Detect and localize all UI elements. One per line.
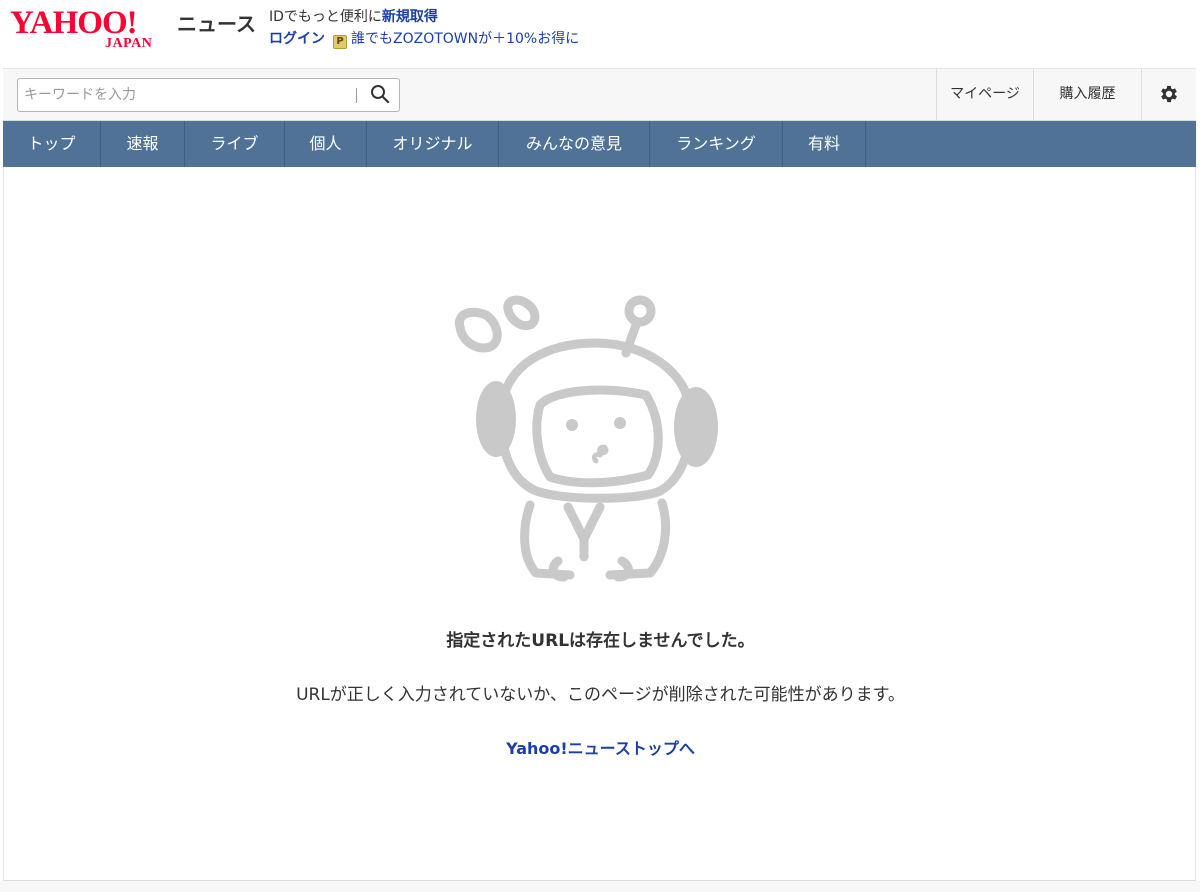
paypay-icon: P <box>333 35 347 49</box>
nav-item-flash[interactable]: 速報 <box>101 121 185 167</box>
search-button[interactable] <box>364 81 396 109</box>
gear-icon <box>1161 85 1177 103</box>
category-nav: トップ 速報 ライブ 個人 オリジナル みんなの意見 ランキング 有料 <box>3 121 1196 167</box>
nav-item-individual[interactable]: 個人 <box>285 121 367 167</box>
nav-item-ranking[interactable]: ランキング <box>650 121 783 167</box>
error-title: 指定されたURLは存在しませんでした。 <box>446 631 755 651</box>
logo-subtext: JAPAN <box>105 36 153 51</box>
signup-link[interactable]: 新規取得 <box>382 9 438 25</box>
search-divider <box>356 88 357 103</box>
promo-text: IDでもっと便利に <box>269 9 382 25</box>
masthead: YAHOO! JAPAN ニュース IDでもっと便利に新規取得 ログイン P 誰でも… <box>0 0 1200 68</box>
login-line: ログイン P 誰でもZOZOTOWNが＋10%お得に <box>269 28 579 50</box>
sad-mascot-illustration <box>454 295 718 582</box>
promo-area: IDでもっと便利に新規取得 ログイン P 誰でもZOZOTOWNが＋10%お得に <box>269 6 579 50</box>
zozo-promo-link[interactable]: 誰でもZOZOTOWNが＋10%お得に <box>351 31 579 47</box>
service-name[interactable]: ニュース <box>177 11 256 37</box>
promo-line: IDでもっと便利に新規取得 <box>269 6 579 28</box>
news-top-link[interactable]: Yahoo!ニューストップへ <box>506 739 695 758</box>
search-input[interactable] <box>24 84 354 106</box>
footer-strip <box>0 881 1200 892</box>
purchase-history-link[interactable]: 購入履歴 <box>1033 69 1141 120</box>
logo-text: YAHOO! <box>10 5 138 41</box>
nav-item-live[interactable]: ライブ <box>185 121 285 167</box>
search-icon <box>371 84 390 103</box>
login-link[interactable]: ログイン <box>269 31 325 47</box>
nav-item-original[interactable]: オリジナル <box>367 121 499 167</box>
nav-item-paid[interactable]: 有料 <box>783 121 866 167</box>
settings-button[interactable] <box>1141 69 1196 120</box>
error-description: URLが正しく入力されていないか、このページが削除された可能性があります。 <box>296 685 905 705</box>
search-box <box>17 78 400 112</box>
nav-item-opinions[interactable]: みんなの意見 <box>499 121 650 167</box>
news-top-link-wrap: Yahoo!ニューストップへ <box>4 737 1197 761</box>
error-content: 指定されたURLは存在しませんでした。 URLが正しく入力されていないか、このペ… <box>3 167 1196 881</box>
mypage-link[interactable]: マイページ <box>936 69 1033 120</box>
yahoo-japan-logo[interactable]: YAHOO! JAPAN <box>10 6 172 52</box>
nav-item-top[interactable]: トップ <box>3 121 101 167</box>
search-bar-row: マイページ 購入履歴 <box>3 68 1196 121</box>
